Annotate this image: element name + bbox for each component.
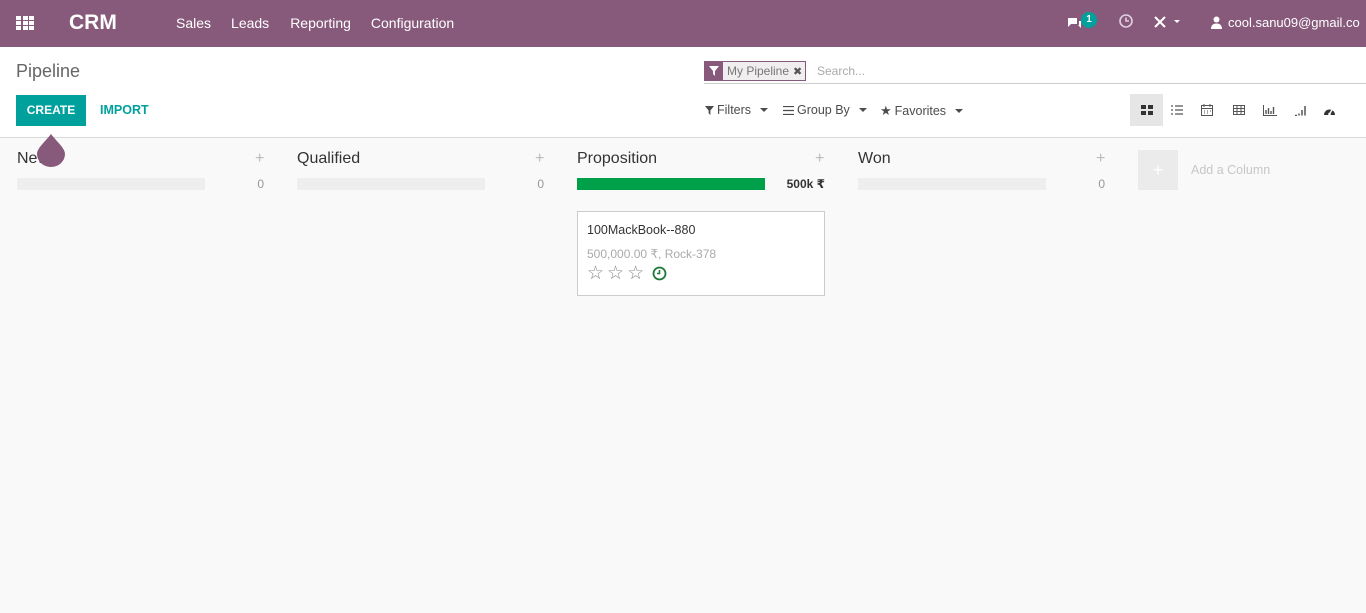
menu-sales[interactable]: Sales — [176, 15, 211, 31]
search-bar: My Pipeline ✖ — [704, 60, 1366, 84]
add-column-button[interactable]: + Add a Column — [1138, 150, 1270, 190]
column-progress-bar — [297, 178, 485, 190]
column-progress-bar — [577, 178, 765, 190]
clock-icon — [1119, 14, 1133, 28]
quick-create-icon[interactable]: + — [815, 150, 824, 168]
list-view-button[interactable] — [1163, 94, 1190, 126]
kanban-view-button[interactable] — [1130, 94, 1163, 126]
chevron-down-icon — [760, 108, 769, 112]
list-icon — [1170, 105, 1183, 115]
menu-configuration[interactable]: Configuration — [371, 15, 454, 31]
bars-icon — [783, 105, 794, 115]
group-by-dropdown[interactable]: Group By — [783, 103, 867, 117]
app-title: CRM — [69, 11, 117, 34]
apps-menu-icon[interactable] — [16, 16, 34, 30]
tools-icon — [1154, 16, 1180, 28]
calendar-icon — [1200, 104, 1213, 116]
control-panel: Pipeline CREATE IMPORT My Pipeline ✖ Fil… — [0, 47, 1366, 138]
dashboard-icon — [1323, 108, 1335, 115]
add-column-label: Add a Column — [1191, 163, 1271, 177]
column-progress-bar — [858, 178, 1046, 190]
menu-leads[interactable]: Leads — [231, 15, 269, 31]
group-by-label: Group By — [797, 103, 850, 117]
dashboard-view-button[interactable] — [1316, 94, 1342, 126]
column-count: 0 — [257, 177, 264, 191]
priority-star-icon[interactable]: ☆ — [627, 264, 644, 283]
favorites-dropdown[interactable]: ★ Favorites — [880, 103, 964, 119]
chevron-down-icon — [955, 109, 964, 113]
search-facet: My Pipeline ✖ — [704, 61, 807, 81]
activities-button[interactable] — [1119, 14, 1133, 36]
search-input[interactable] — [817, 62, 1357, 80]
card-subtitle: 500,000.00 ₹, Rock-378 — [587, 247, 717, 261]
column-progress-bar — [17, 178, 205, 190]
table-icon — [1232, 105, 1245, 115]
progress-fill — [577, 178, 765, 190]
activity-clock-icon[interactable] — [652, 266, 667, 281]
view-switcher — [1130, 94, 1342, 126]
bar-chart-icon — [1262, 104, 1277, 116]
plus-icon: + — [1138, 150, 1178, 190]
card-footer: ☆ ☆ ☆ — [587, 264, 815, 283]
menu-reporting[interactable]: Reporting — [290, 15, 351, 31]
import-button[interactable]: IMPORT — [100, 103, 149, 117]
column-title: Won — [858, 150, 891, 167]
filters-dropdown[interactable]: Filters — [705, 103, 769, 117]
kanban-board: New + 0 Qualified + 0 Proposition + 500k… — [0, 138, 1366, 613]
column-title: Proposition — [577, 150, 658, 167]
create-button[interactable]: CREATE — [16, 95, 86, 126]
column-title: Qualified — [297, 150, 361, 167]
quick-create-icon[interactable]: + — [1096, 150, 1105, 168]
opportunity-card[interactable]: 100MackBook--880 500,000.00 ₹, Rock-378 … — [577, 211, 825, 296]
chevron-down-icon — [858, 108, 867, 112]
signal-icon — [1294, 105, 1306, 116]
column-total: 500k ₹ — [786, 177, 825, 191]
messages-count-badge: 1 — [1081, 12, 1097, 28]
filter-icon — [705, 105, 714, 115]
star-icon: ★ — [880, 103, 892, 118]
quick-create-icon[interactable]: + — [255, 150, 264, 168]
facet-remove-icon[interactable]: ✖ — [793, 65, 805, 78]
kanban-icon — [1140, 105, 1153, 115]
user-menu[interactable]: cool.sanu09@gmail.co — [1211, 15, 1360, 30]
priority-star-icon[interactable]: ☆ — [587, 264, 604, 283]
filters-label: Filters — [717, 103, 752, 117]
facet-label: My Pipeline — [727, 64, 790, 78]
user-email: cool.sanu09@gmail.co — [1228, 15, 1360, 30]
column-count: 0 — [1098, 177, 1105, 191]
debug-tools-button[interactable] — [1153, 13, 1181, 35]
favorites-label: Favorites — [894, 104, 947, 118]
user-icon — [1211, 16, 1222, 29]
messages-button[interactable]: 1 — [1067, 12, 1097, 34]
column-count: 0 — [537, 177, 544, 191]
graph-view-button[interactable] — [1254, 94, 1285, 126]
quick-create-icon[interactable]: + — [535, 150, 544, 168]
card-title: 100MackBook--880 — [587, 223, 696, 237]
calendar-view-button[interactable] — [1190, 94, 1223, 126]
main-menu: Sales Leads Reporting Configuration — [176, 15, 474, 31]
top-navbar: CRM Sales Leads Reporting Configuration … — [0, 0, 1366, 47]
filter-facet-icon — [705, 62, 723, 80]
cohort-view-button[interactable] — [1285, 94, 1316, 126]
priority-star-icon[interactable]: ☆ — [607, 264, 624, 283]
pivot-view-button[interactable] — [1223, 94, 1254, 126]
touch-pointer-icon — [37, 134, 65, 167]
breadcrumb: Pipeline — [16, 61, 81, 81]
